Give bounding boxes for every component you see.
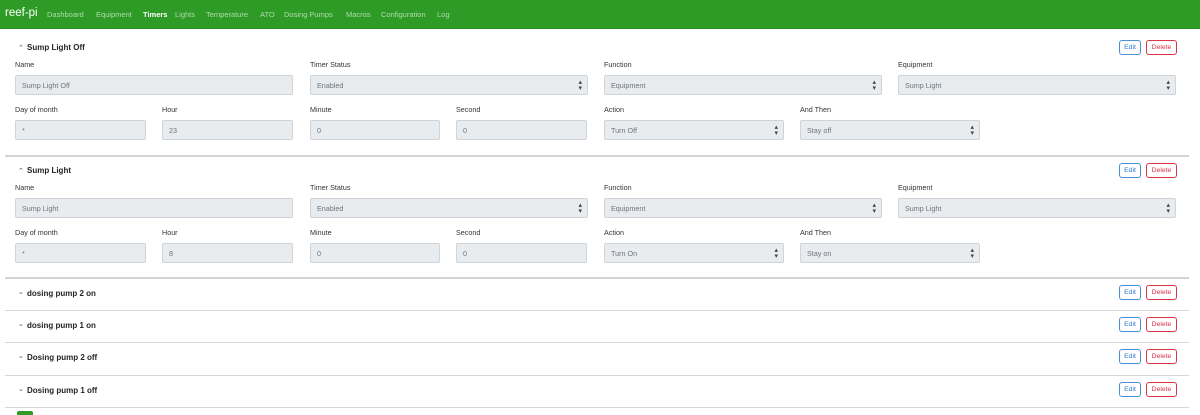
hour-label: Hour [162,105,178,114]
function-select[interactable]: Equipment ▴ ▾ [604,198,882,218]
timer-status-label: Timer Status [310,183,351,192]
select-caret-icon: ▴ ▾ [1166,79,1170,92]
timer-title[interactable]: Sump Light [27,166,71,175]
select-caret-icon: ▴ ▾ [872,202,876,215]
nav-item-macros[interactable]: Macros [346,10,371,19]
timer-title[interactable]: Dosing pump 2 off [27,353,97,362]
delete-button[interactable]: Delete [1146,163,1177,178]
equipment-label: Equipment [898,60,933,69]
function-label: Function [604,60,632,69]
nav-item-ato[interactable]: ATO [260,10,275,19]
nav-item-configuration[interactable]: Configuration [381,10,426,19]
function-label: Function [604,183,632,192]
timer-status-select[interactable]: Enabled ▴ ▾ [310,198,588,218]
equipment-select[interactable]: Sump Light ▴ ▾ [898,198,1176,218]
select-caret-icon: ▴ ▾ [970,124,974,137]
action-label: Action [604,228,624,237]
chevron-down-icon[interactable]: ⌄ [18,385,24,393]
chevron-up-icon[interactable]: ⌃ [18,167,24,175]
edit-button[interactable]: Edit [1119,382,1141,397]
equipment-label: Equipment [898,183,933,192]
timer-panel: ⌃ Sump Light Off Edit Delete Name Timer … [5,38,1189,157]
day-of-month-label: Day of month [15,228,58,237]
nav-item-timers[interactable]: Timers [143,10,167,19]
action-select[interactable]: Turn Off ▴ ▾ [604,120,784,140]
timer-status-select[interactable]: Enabled ▴ ▾ [310,75,588,95]
select-caret-icon: ▴ ▾ [1166,202,1170,215]
minute-input[interactable]: 0 [310,120,440,140]
second-input[interactable]: 0 [456,243,587,263]
equipment-select[interactable]: Sump Light ▴ ▾ [898,75,1176,95]
timer-panel: ⌃ Sump Light Edit Delete Name Timer Stat… [5,161,1189,279]
chevron-down-icon[interactable]: ⌄ [18,320,24,328]
select-caret-icon: ▴ ▾ [578,79,582,92]
delete-button[interactable]: Delete [1146,382,1177,397]
edit-button[interactable]: Edit [1119,163,1141,178]
name-label: Name [15,60,35,69]
timer-status-label: Timer Status [310,60,351,69]
timer-title[interactable]: Sump Light Off [27,43,85,52]
nav-item-lights[interactable]: Lights [175,10,195,19]
minute-label: Minute [310,105,332,114]
and-then-select[interactable]: Stay on ▴ ▾ [800,243,980,263]
nav-item-temperature[interactable]: Temperature [206,10,248,19]
name-label: Name [15,183,35,192]
chevron-down-icon[interactable]: ⌄ [18,352,24,360]
action-select[interactable]: Turn On ▴ ▾ [604,243,784,263]
delete-button[interactable]: Delete [1146,285,1177,300]
minute-label: Minute [310,228,332,237]
chevron-down-icon[interactable]: ⌄ [18,288,24,296]
and-then-label: And Then [800,105,832,114]
select-caret-icon: ▴ ▾ [872,79,876,92]
edit-button[interactable]: Edit [1119,317,1141,332]
nav-item-equipment[interactable]: Equipment [96,10,132,19]
timer-panel: ⌄ Dosing pump 1 off Edit Delete [5,381,1189,408]
select-caret-icon: ▴ ▾ [970,247,974,260]
timer-panel: ⌄ dosing pump 2 on Edit Delete [5,284,1189,311]
edit-button[interactable]: Edit [1119,349,1141,364]
timer-title[interactable]: Dosing pump 1 off [27,386,97,395]
chevron-up-icon[interactable]: ⌃ [18,44,24,52]
timer-title[interactable]: dosing pump 2 on [27,289,96,298]
day-of-month-input[interactable]: * [15,243,146,263]
action-label: Action [604,105,624,114]
second-label: Second [456,105,481,114]
hour-label: Hour [162,228,178,237]
day-of-month-input[interactable]: * [15,120,146,140]
name-input[interactable]: Sump Light Off [15,75,293,95]
hour-input[interactable]: 23 [162,120,293,140]
nav-item-dosing-pumps[interactable]: Dosing Pumps [284,10,333,19]
function-select[interactable]: Equipment ▴ ▾ [604,75,882,95]
and-then-label: And Then [800,228,832,237]
delete-button[interactable]: Delete [1146,40,1177,55]
minute-input[interactable]: 0 [310,243,440,263]
timer-panel: ⌄ Dosing pump 2 off Edit Delete [5,348,1189,376]
name-input[interactable]: Sump Light [15,198,293,218]
timer-title[interactable]: dosing pump 1 on [27,321,96,330]
timer-panel: ⌄ dosing pump 1 on Edit Delete [5,316,1189,343]
navbar: reef-pi Dashboard Equipment Timers Light… [0,0,1200,29]
delete-button[interactable]: Delete [1146,317,1177,332]
edit-button[interactable]: Edit [1119,40,1141,55]
select-caret-icon: ▴ ▾ [774,124,778,137]
delete-button[interactable]: Delete [1146,349,1177,364]
add-timer-button[interactable] [17,411,33,415]
second-input[interactable]: 0 [456,120,587,140]
nav-item-dashboard[interactable]: Dashboard [47,10,84,19]
hour-input[interactable]: 8 [162,243,293,263]
select-caret-icon: ▴ ▾ [578,202,582,215]
brand-logo[interactable]: reef-pi [5,7,38,19]
second-label: Second [456,228,481,237]
select-caret-icon: ▴ ▾ [774,247,778,260]
nav-item-log[interactable]: Log [437,10,450,19]
day-of-month-label: Day of month [15,105,58,114]
and-then-select[interactable]: Stay off ▴ ▾ [800,120,980,140]
edit-button[interactable]: Edit [1119,285,1141,300]
